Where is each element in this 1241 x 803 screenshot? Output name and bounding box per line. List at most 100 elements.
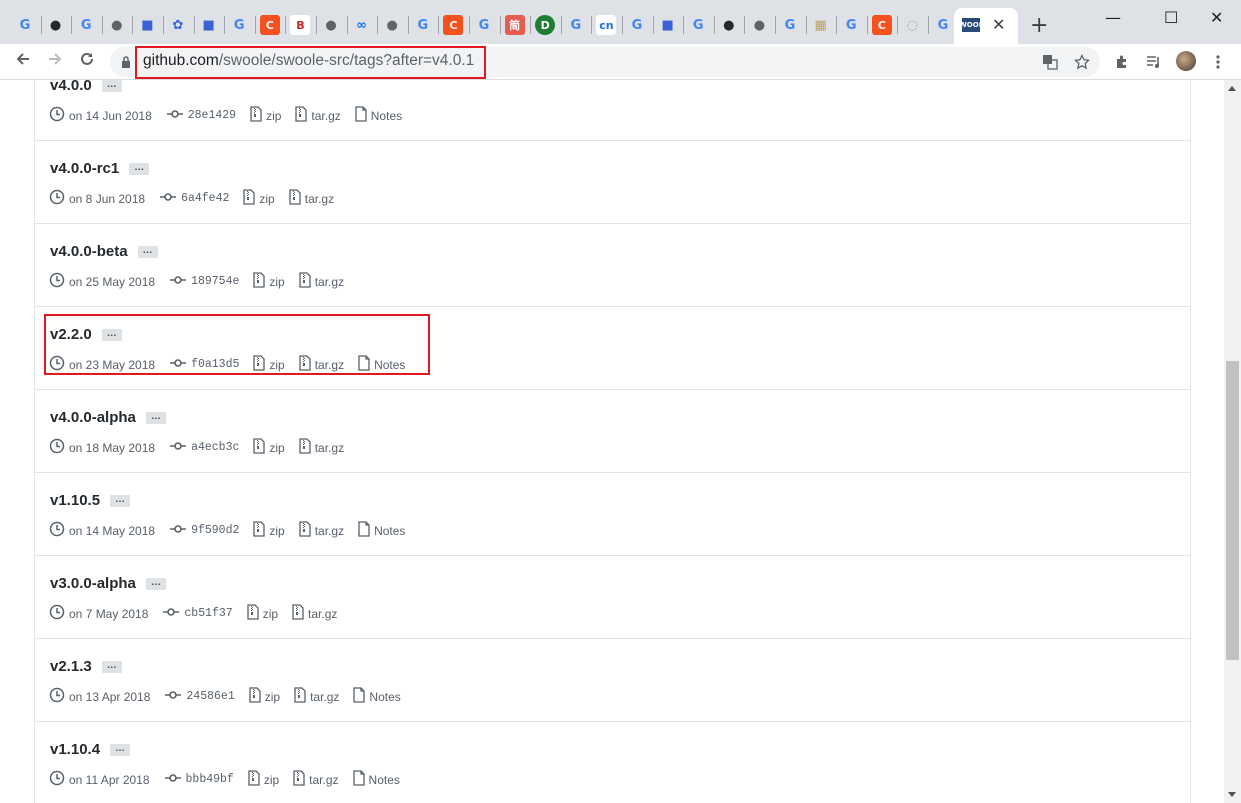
tab-favicon-icon[interactable]: G [780, 15, 800, 35]
expand-ellipsis-button[interactable]: … [101, 80, 122, 93]
tab-favicon-icon[interactable]: ◌ [902, 15, 922, 35]
release-notes-link[interactable]: Notes [352, 770, 400, 789]
tag-name-link[interactable]: v3.0.0-alpha… [50, 575, 166, 592]
commit-link[interactable]: 6a4fe42 [159, 191, 229, 206]
new-tab-button[interactable]: + [1030, 13, 1048, 38]
targz-download-link[interactable]: tar.gz [292, 604, 337, 623]
commit-link[interactable]: 9f590d2 [169, 523, 239, 538]
media-controls-icon[interactable] [1145, 53, 1163, 71]
tab-favicon-icon[interactable]: G [627, 15, 647, 35]
tag-name-link[interactable]: v4.0.0… [50, 80, 122, 94]
zip-download-link[interactable]: zip [243, 189, 275, 208]
tab-favicon-icon[interactable]: G [15, 15, 35, 35]
tab-favicon-icon[interactable]: G [688, 15, 708, 35]
tag-name-link[interactable]: v1.10.5… [50, 492, 131, 509]
targz-download-link[interactable]: tar.gz [294, 687, 339, 706]
expand-ellipsis-button[interactable]: … [101, 661, 122, 674]
tab-favicon-icon[interactable]: cn [596, 15, 617, 35]
zip-download-link[interactable]: zip [253, 272, 285, 291]
tab-favicon-icon[interactable]: ■ [199, 15, 219, 35]
tab-favicon-icon[interactable]: ■ [658, 15, 678, 35]
menu-kebab-icon[interactable] [1209, 53, 1227, 71]
tab-favicon-icon[interactable]: ● [321, 15, 341, 35]
tab-favicon-icon[interactable]: D [535, 15, 556, 35]
tab-favicon-icon[interactable]: B [290, 15, 311, 35]
tab-favicon-icon[interactable]: G [229, 15, 249, 35]
tab-favicon-icon[interactable]: ▦ [811, 15, 831, 35]
tab-favicon-icon[interactable]: ● [749, 15, 769, 35]
commit-link[interactable]: 28e1429 [166, 108, 236, 123]
back-button[interactable] [14, 50, 32, 73]
targz-download-link[interactable]: tar.gz [299, 438, 344, 457]
tab-separator [560, 16, 562, 34]
tab-favicon-icon[interactable]: C [259, 15, 280, 35]
scroll-thumb[interactable] [1226, 361, 1239, 660]
tab-favicon-icon[interactable]: ● [107, 15, 127, 35]
tab-favicon-icon[interactable]: G [76, 15, 96, 35]
release-notes-link[interactable]: Notes [358, 521, 405, 540]
targz-download-link[interactable]: tar.gz [299, 521, 344, 540]
commit-link[interactable]: bbb49bf [164, 772, 234, 787]
tab-favicon-icon[interactable]: ■ [137, 15, 157, 35]
expand-ellipsis-button[interactable]: … [110, 744, 131, 757]
tab-favicon-icon[interactable]: ● [46, 15, 66, 35]
tag-name-link[interactable]: v1.10.4… [50, 741, 131, 758]
expand-ellipsis-button[interactable]: … [145, 578, 166, 591]
tag-name-link[interactable]: v2.1.3… [50, 658, 122, 675]
tab-favicon-icon[interactable]: 简 [504, 15, 525, 35]
tab-favicon-icon[interactable]: G [933, 15, 953, 35]
scroll-up-arrow-icon[interactable] [1228, 86, 1236, 91]
release-notes-link[interactable]: Notes [353, 687, 401, 706]
tab-favicon-icon[interactable]: G [566, 15, 586, 35]
extensions-icon[interactable] [1113, 53, 1131, 71]
commit-link[interactable]: 24586e1 [164, 689, 235, 704]
tag-name-link[interactable]: v4.0.0-rc1… [50, 160, 150, 177]
tab-favicon-icon[interactable]: ● [719, 15, 739, 35]
forward-button[interactable] [46, 50, 64, 73]
targz-download-link[interactable]: tar.gz [293, 770, 339, 789]
tab-favicon-icon[interactable]: G [841, 15, 861, 35]
tab-favicon-icon[interactable]: G [474, 15, 494, 35]
tag-row: v1.10.4… on 11 Apr 2018 bbb49bf zip tar.gz No… [35, 722, 1190, 803]
minimize-button[interactable]: — [1105, 8, 1121, 27]
targz-download-link[interactable]: tar.gz [295, 106, 341, 125]
page-scrollbar[interactable] [1224, 80, 1241, 803]
bookmark-star-icon[interactable] [1073, 53, 1091, 71]
zip-download-link[interactable]: zip [249, 687, 280, 706]
maximize-button[interactable]: ☐ [1164, 8, 1178, 27]
tab-separator [163, 16, 164, 34]
tab-separator [285, 16, 287, 34]
targz-download-link[interactable]: tar.gz [299, 272, 344, 291]
tab-favicon-icon[interactable]: ● [382, 15, 402, 35]
close-window-button[interactable]: ✕ [1210, 8, 1223, 27]
active-tab[interactable]: SWOOLE ✕ [954, 8, 1018, 44]
expand-ellipsis-button[interactable]: … [145, 412, 166, 425]
scroll-down-arrow-icon[interactable] [1228, 792, 1236, 797]
tab-favicon-icon[interactable]: C [871, 15, 892, 35]
zip-download-link[interactable]: zip [250, 106, 281, 125]
tag-name-link[interactable]: v4.0.0-alpha… [50, 409, 166, 426]
targz-download-link[interactable]: tar.gz [289, 189, 334, 208]
close-tab-icon[interactable]: ✕ [992, 15, 1005, 34]
expand-ellipsis-button[interactable]: … [137, 246, 158, 259]
release-notes-link[interactable]: Notes [355, 106, 402, 125]
profile-avatar[interactable] [1176, 51, 1196, 71]
zip-download-link[interactable]: zip [247, 604, 278, 623]
tag-date: on 18 May 2018 [49, 438, 155, 457]
tag-name-link[interactable]: v4.0.0-beta… [50, 243, 158, 260]
zip-download-link[interactable]: zip [253, 438, 285, 457]
tag-row: v4.0.0-beta… on 25 May 2018 189754e zip tar.… [35, 224, 1190, 307]
expand-ellipsis-button[interactable]: … [129, 163, 150, 176]
reload-button[interactable] [78, 50, 96, 73]
commit-link[interactable]: a4ecb3c [169, 440, 239, 455]
commit-link[interactable]: 189754e [169, 274, 239, 289]
commit-link[interactable]: cb51f37 [162, 606, 233, 621]
translate-icon[interactable] [1041, 53, 1059, 71]
tab-favicon-icon[interactable]: G [413, 15, 433, 35]
tab-favicon-icon[interactable]: ✿ [168, 15, 188, 35]
expand-ellipsis-button[interactable]: … [110, 495, 131, 508]
tab-favicon-icon[interactable]: ∞ [352, 15, 372, 35]
tab-favicon-icon[interactable]: C [443, 15, 464, 35]
zip-download-link[interactable]: zip [253, 521, 285, 540]
zip-download-link[interactable]: zip [248, 770, 279, 789]
